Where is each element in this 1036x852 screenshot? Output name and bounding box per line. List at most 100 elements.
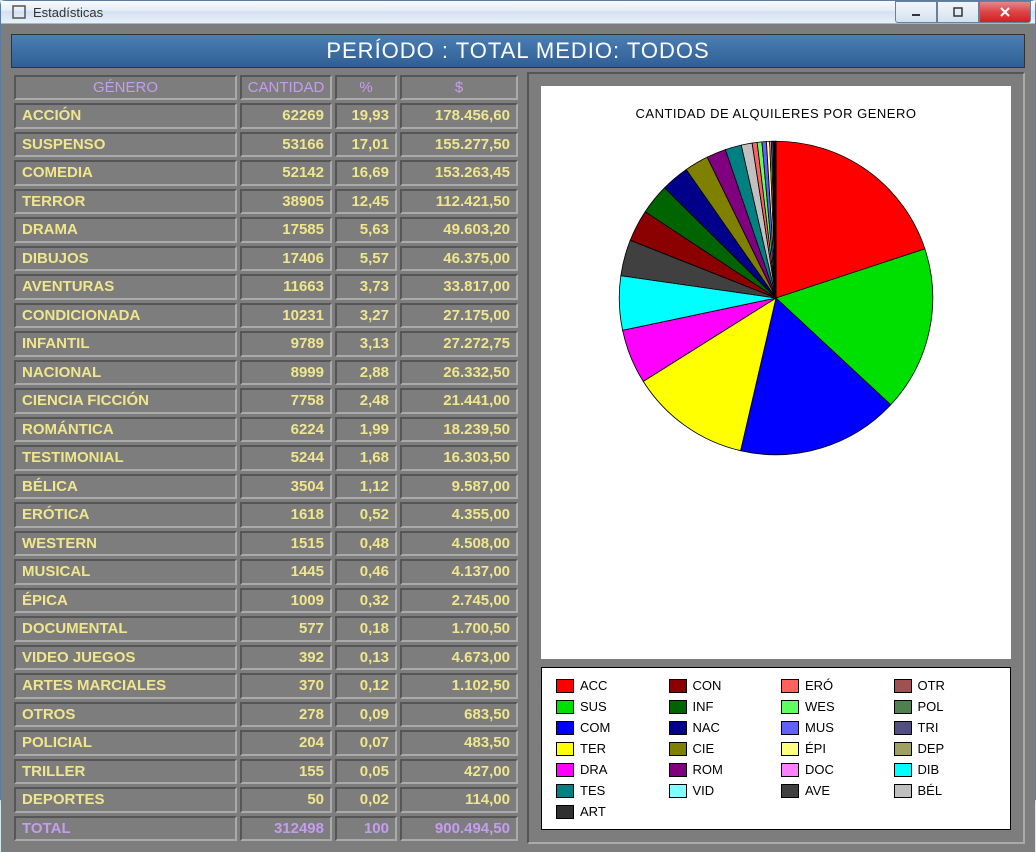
cell-cantidad: 370 (240, 673, 332, 699)
cell-genero: TERROR (14, 189, 237, 215)
cell-pct: 100 (335, 816, 397, 842)
cell-money: 4.508,00 (400, 531, 518, 557)
cell-cantidad: 204 (240, 730, 332, 756)
legend-label: TER (580, 741, 606, 756)
legend-item: TRI (894, 720, 997, 735)
cell-cantidad: 1618 (240, 502, 332, 528)
stats-table: GÉNERO CANTIDAD % $ ACCIÓN6226919,93178.… (11, 72, 521, 844)
legend-item: OTR (894, 678, 997, 693)
legend-swatch (669, 679, 687, 693)
table-row: INFANTIL97893,1327.272,75 (14, 331, 518, 357)
legend-item: DEP (894, 741, 997, 756)
minimize-button[interactable] (895, 1, 937, 23)
close-button[interactable] (979, 1, 1031, 23)
cell-genero: ERÓTICA (14, 502, 237, 528)
cell-genero: VIDEO JUEGOS (14, 645, 237, 671)
legend: ACCCONERÓOTRSUSINFWESPOLCOMNACMUSTRITERC… (541, 667, 1011, 830)
cell-cantidad: 7758 (240, 388, 332, 414)
legend-item: MUS (781, 720, 884, 735)
cell-cantidad: 312498 (240, 816, 332, 842)
table-row: VIDEO JUEGOS3920,134.673,00 (14, 645, 518, 671)
legend-item: ÉPI (781, 741, 884, 756)
legend-label: SUS (580, 699, 607, 714)
cell-money: 112.421,50 (400, 189, 518, 215)
window-title: Estadísticas (33, 5, 895, 20)
cell-cantidad: 11663 (240, 274, 332, 300)
table-row: ACCIÓN6226919,93178.456,60 (14, 103, 518, 129)
legend-swatch (669, 700, 687, 714)
cell-pct: 17,01 (335, 132, 397, 158)
cell-money: 153.263,45 (400, 160, 518, 186)
cell-genero: ÉPICA (14, 588, 237, 614)
table-row: COMEDIA5214216,69153.263,45 (14, 160, 518, 186)
cell-pct: 3,13 (335, 331, 397, 357)
content: GÉNERO CANTIDAD % $ ACCIÓN6226919,93178.… (11, 72, 1025, 844)
cell-pct: 1,68 (335, 445, 397, 471)
legend-item: WES (781, 699, 884, 714)
legend-swatch (781, 700, 799, 714)
cell-money: 900.494,50 (400, 816, 518, 842)
legend-item: DRA (556, 762, 659, 777)
app-window: Estadísticas PERÍODO : TOTAL MEDIO: TODO… (0, 0, 1036, 800)
cell-cantidad: 6224 (240, 417, 332, 443)
cell-genero: TRILLER (14, 759, 237, 785)
legend-label: ÉPI (805, 741, 826, 756)
legend-swatch (894, 700, 912, 714)
stats-table-wrap: GÉNERO CANTIDAD % $ ACCIÓN6226919,93178.… (11, 72, 521, 844)
legend-swatch (781, 679, 799, 693)
legend-swatch (781, 763, 799, 777)
legend-label: ROM (693, 762, 723, 777)
cell-cantidad: 155 (240, 759, 332, 785)
cell-cantidad: 17585 (240, 217, 332, 243)
table-row: CONDICIONADA102313,2727.175,00 (14, 303, 518, 329)
legend-swatch (556, 679, 574, 693)
cell-genero: MUSICAL (14, 559, 237, 585)
cell-genero: TESTIMONIAL (14, 445, 237, 471)
legend-item: AVE (781, 783, 884, 798)
legend-item: DOC (781, 762, 884, 777)
legend-label: ERÓ (805, 678, 833, 693)
cell-pct: 2,48 (335, 388, 397, 414)
cell-pct: 0,13 (335, 645, 397, 671)
legend-label: POL (918, 699, 944, 714)
cell-money: 4.137,00 (400, 559, 518, 585)
legend-item: TER (556, 741, 659, 756)
legend-item: ART (556, 804, 659, 819)
cell-cantidad: 9789 (240, 331, 332, 357)
cell-money: 178.456,60 (400, 103, 518, 129)
cell-money: 49.603,20 (400, 217, 518, 243)
cell-money: 9.587,00 (400, 474, 518, 500)
cell-pct: 0,48 (335, 531, 397, 557)
titlebar[interactable]: Estadísticas (1, 1, 1035, 24)
table-row: DRAMA175855,6349.603,20 (14, 217, 518, 243)
cell-cantidad: 62269 (240, 103, 332, 129)
cell-genero: BÉLICA (14, 474, 237, 500)
cell-pct: 1,99 (335, 417, 397, 443)
cell-genero: OTROS (14, 702, 237, 728)
col-pct: % (335, 75, 397, 100)
cell-cantidad: 17406 (240, 246, 332, 272)
legend-item: COM (556, 720, 659, 735)
legend-label: VID (693, 783, 715, 798)
cell-cantidad: 1009 (240, 588, 332, 614)
legend-item: POL (894, 699, 997, 714)
table-row: TRILLER1550,05427,00 (14, 759, 518, 785)
cell-genero: SUSPENSO (14, 132, 237, 158)
legend-label: DEP (918, 741, 945, 756)
cell-genero: ACCIÓN (14, 103, 237, 129)
legend-label: DRA (580, 762, 607, 777)
cell-money: 46.375,00 (400, 246, 518, 272)
cell-money: 27.175,00 (400, 303, 518, 329)
cell-money: 2.745,00 (400, 588, 518, 614)
legend-item: ACC (556, 678, 659, 693)
cell-genero: INFANTIL (14, 331, 237, 357)
client-area: PERÍODO : TOTAL MEDIO: TODOS GÉNERO CANT… (1, 24, 1035, 852)
cell-cantidad: 1445 (240, 559, 332, 585)
app-icon (11, 4, 27, 20)
legend-label: WES (805, 699, 835, 714)
legend-swatch (556, 700, 574, 714)
legend-item: TES (556, 783, 659, 798)
maximize-button[interactable] (937, 1, 979, 23)
cell-pct: 12,45 (335, 189, 397, 215)
legend-swatch (556, 784, 574, 798)
